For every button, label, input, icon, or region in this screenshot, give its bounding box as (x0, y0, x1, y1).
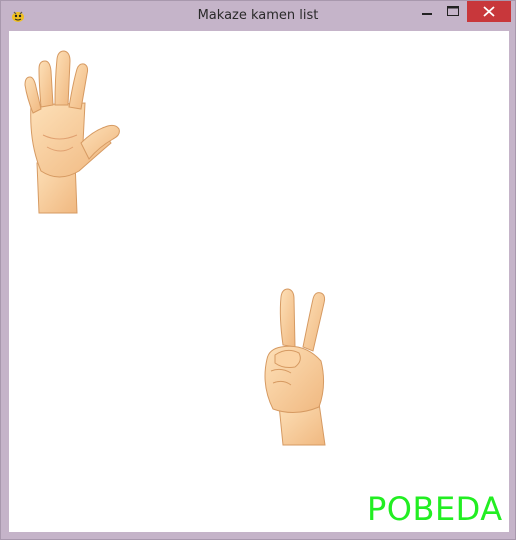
maximize-button[interactable] (441, 1, 465, 22)
scissors-hand-icon (251, 281, 341, 447)
minimize-icon (415, 1, 439, 22)
game-canvas[interactable]: POBEDA (9, 31, 509, 532)
maximize-icon (441, 1, 465, 22)
title-bar[interactable]: Makaze kamen list (1, 1, 515, 31)
result-text: POBEDA (367, 490, 503, 528)
game-window: Makaze kamen list POBEDA (0, 0, 516, 540)
close-button[interactable] (467, 1, 511, 22)
minimize-button[interactable] (415, 1, 439, 22)
close-icon (467, 1, 511, 22)
paper-hand-icon (19, 43, 129, 215)
